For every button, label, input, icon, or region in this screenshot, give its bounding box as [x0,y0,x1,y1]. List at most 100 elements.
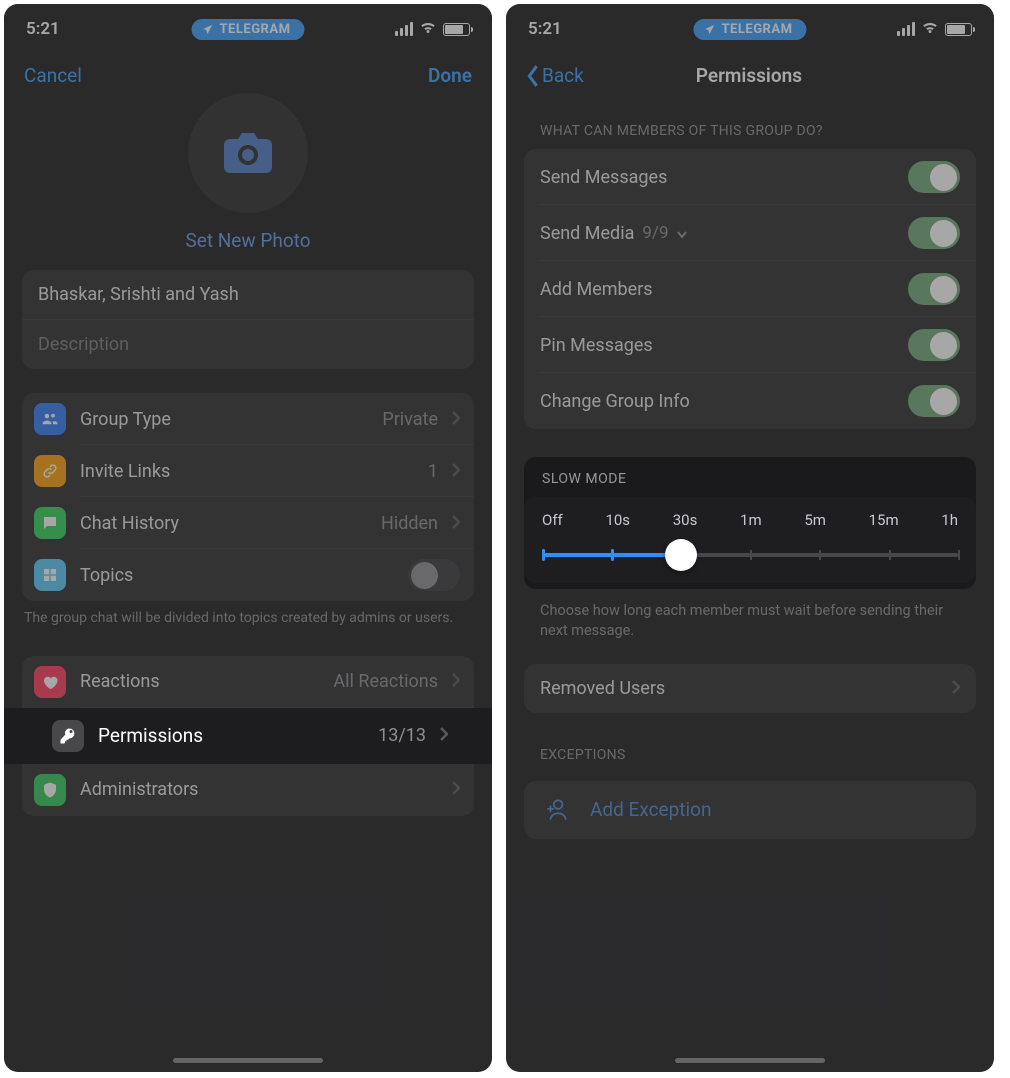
slow-mode-caption: Choose how long each member must wait be… [506,589,994,642]
telegram-plane-icon [201,23,214,36]
management-card: Reactions All Reactions Permissions 13/1… [22,656,474,816]
send-media-count: 9/9 [642,223,668,243]
chevron-right-icon [452,779,460,800]
status-pill-telegram[interactable]: TELEGRAM [191,19,304,40]
slow-mode-panel: Off 10s 30s 1m 5m 15m 1h [524,497,976,583]
home-indicator[interactable] [675,1058,825,1063]
slow-label-5m: 5m [804,511,826,529]
send-messages-row[interactable]: Send Messages [524,149,976,205]
status-time: 5:21 [26,19,96,39]
group-info-card: Bhaskar, Srishti and Yash Description [22,270,474,369]
slow-mode-block: SLOW MODE Off 10s 30s 1m 5m 15m 1h [524,457,976,589]
status-right [897,18,972,41]
set-new-photo-button[interactable]: Set New Photo [4,229,492,252]
invite-links-label: Invite Links [80,461,414,482]
chat-history-row[interactable]: Chat History Hidden [22,497,474,549]
permissions-icon [52,720,84,752]
group-name-input[interactable]: Bhaskar, Srishti and Yash [22,270,474,320]
nav-bar: Cancel Done [4,54,492,93]
administrators-row[interactable]: Administrators [22,764,474,816]
status-bar: 5:21 TELEGRAM [506,4,994,54]
chevron-right-icon [952,678,960,699]
topics-footer-text: The group chat will be divided into topi… [4,601,492,628]
add-exception-label: Add Exception [590,798,711,821]
removed-users-label: Removed Users [540,678,952,699]
slow-label-15m: 15m [869,511,899,529]
removed-users-card: Removed Users [524,664,976,713]
status-right [395,18,470,41]
group-type-label: Group Type [80,409,368,430]
chevron-right-icon [452,409,460,430]
add-exception-button[interactable]: Add Exception [524,781,976,839]
add-members-toggle[interactable] [908,273,960,305]
section-header-what: WHAT CAN MEMBERS OF THIS GROUP DO? [506,93,994,149]
chevron-left-icon [526,65,540,87]
add-members-row[interactable]: Add Members [524,261,976,317]
removed-users-row[interactable]: Removed Users [524,664,976,713]
slow-mode-slider[interactable] [542,553,958,557]
topics-icon [34,559,66,591]
reactions-row[interactable]: Reactions All Reactions [22,656,474,708]
add-members-label: Add Members [540,279,653,300]
topics-label: Topics [80,565,394,586]
invite-links-value: 1 [428,461,438,482]
chevron-right-icon [440,726,448,745]
invite-links-row[interactable]: Invite Links 1 [22,445,474,497]
wifi-icon [419,18,437,41]
back-button[interactable]: Back [526,64,584,87]
change-info-toggle[interactable] [908,385,960,417]
permissions-value: 13/13 [378,725,426,746]
permissions-card: Send Messages Send Media 9/9 Add Members… [524,149,976,429]
invite-links-icon [34,455,66,487]
slow-mode-header: SLOW MODE [524,457,976,497]
send-media-row[interactable]: Send Media 9/9 [524,205,976,261]
slow-label-30s: 30s [673,511,698,529]
chevron-down-icon [677,223,687,244]
group-type-icon [34,403,66,435]
slider-thumb[interactable] [665,539,697,571]
reactions-value: All Reactions [333,671,438,692]
change-info-row[interactable]: Change Group Info [524,373,976,429]
home-indicator[interactable] [173,1058,323,1063]
add-exception-card: Add Exception [524,781,976,839]
group-type-row[interactable]: Group Type Private [22,393,474,445]
permissions-label: Permissions [98,724,364,747]
set-photo-avatar[interactable] [188,93,308,213]
administrators-label: Administrators [80,779,438,800]
topics-toggle[interactable] [408,559,460,591]
topics-row[interactable]: Topics [22,549,474,601]
reactions-icon [34,666,66,698]
chat-history-icon [34,507,66,539]
chat-history-value: Hidden [381,513,438,534]
page-title: Permissions [696,64,802,87]
battery-icon [945,23,972,36]
pin-messages-row[interactable]: Pin Messages [524,317,976,373]
administrators-icon [34,774,66,806]
chat-history-label: Chat History [80,513,367,534]
send-media-toggle[interactable] [908,217,960,249]
slow-mode-labels: Off 10s 30s 1m 5m 15m 1h [542,511,958,529]
cancel-button[interactable]: Cancel [24,64,82,87]
chevron-right-icon [452,461,460,482]
add-person-icon [544,797,570,823]
group-description-input[interactable]: Description [22,320,474,369]
exceptions-header: EXCEPTIONS [506,713,994,773]
slow-label-off: Off [542,511,563,529]
done-button[interactable]: Done [428,64,472,87]
change-info-label: Change Group Info [540,391,690,412]
back-label: Back [542,64,584,87]
status-pill-telegram[interactable]: TELEGRAM [693,19,806,40]
permissions-row-highlight[interactable]: Permissions 13/13 [4,708,492,764]
pin-messages-toggle[interactable] [908,329,960,361]
cellular-icon [395,22,413,36]
nav-bar: Back Permissions [506,54,994,93]
send-messages-label: Send Messages [540,167,667,188]
send-media-label: Send Media [540,223,634,244]
telegram-plane-icon [703,23,716,36]
settings-card: Group Type Private Invite Links 1 Chat H… [22,393,474,601]
send-messages-toggle[interactable] [908,161,960,193]
status-time: 5:21 [528,19,598,39]
status-bar: 5:21 TELEGRAM [4,4,492,54]
wifi-icon [921,18,939,41]
chevron-right-icon [452,513,460,534]
